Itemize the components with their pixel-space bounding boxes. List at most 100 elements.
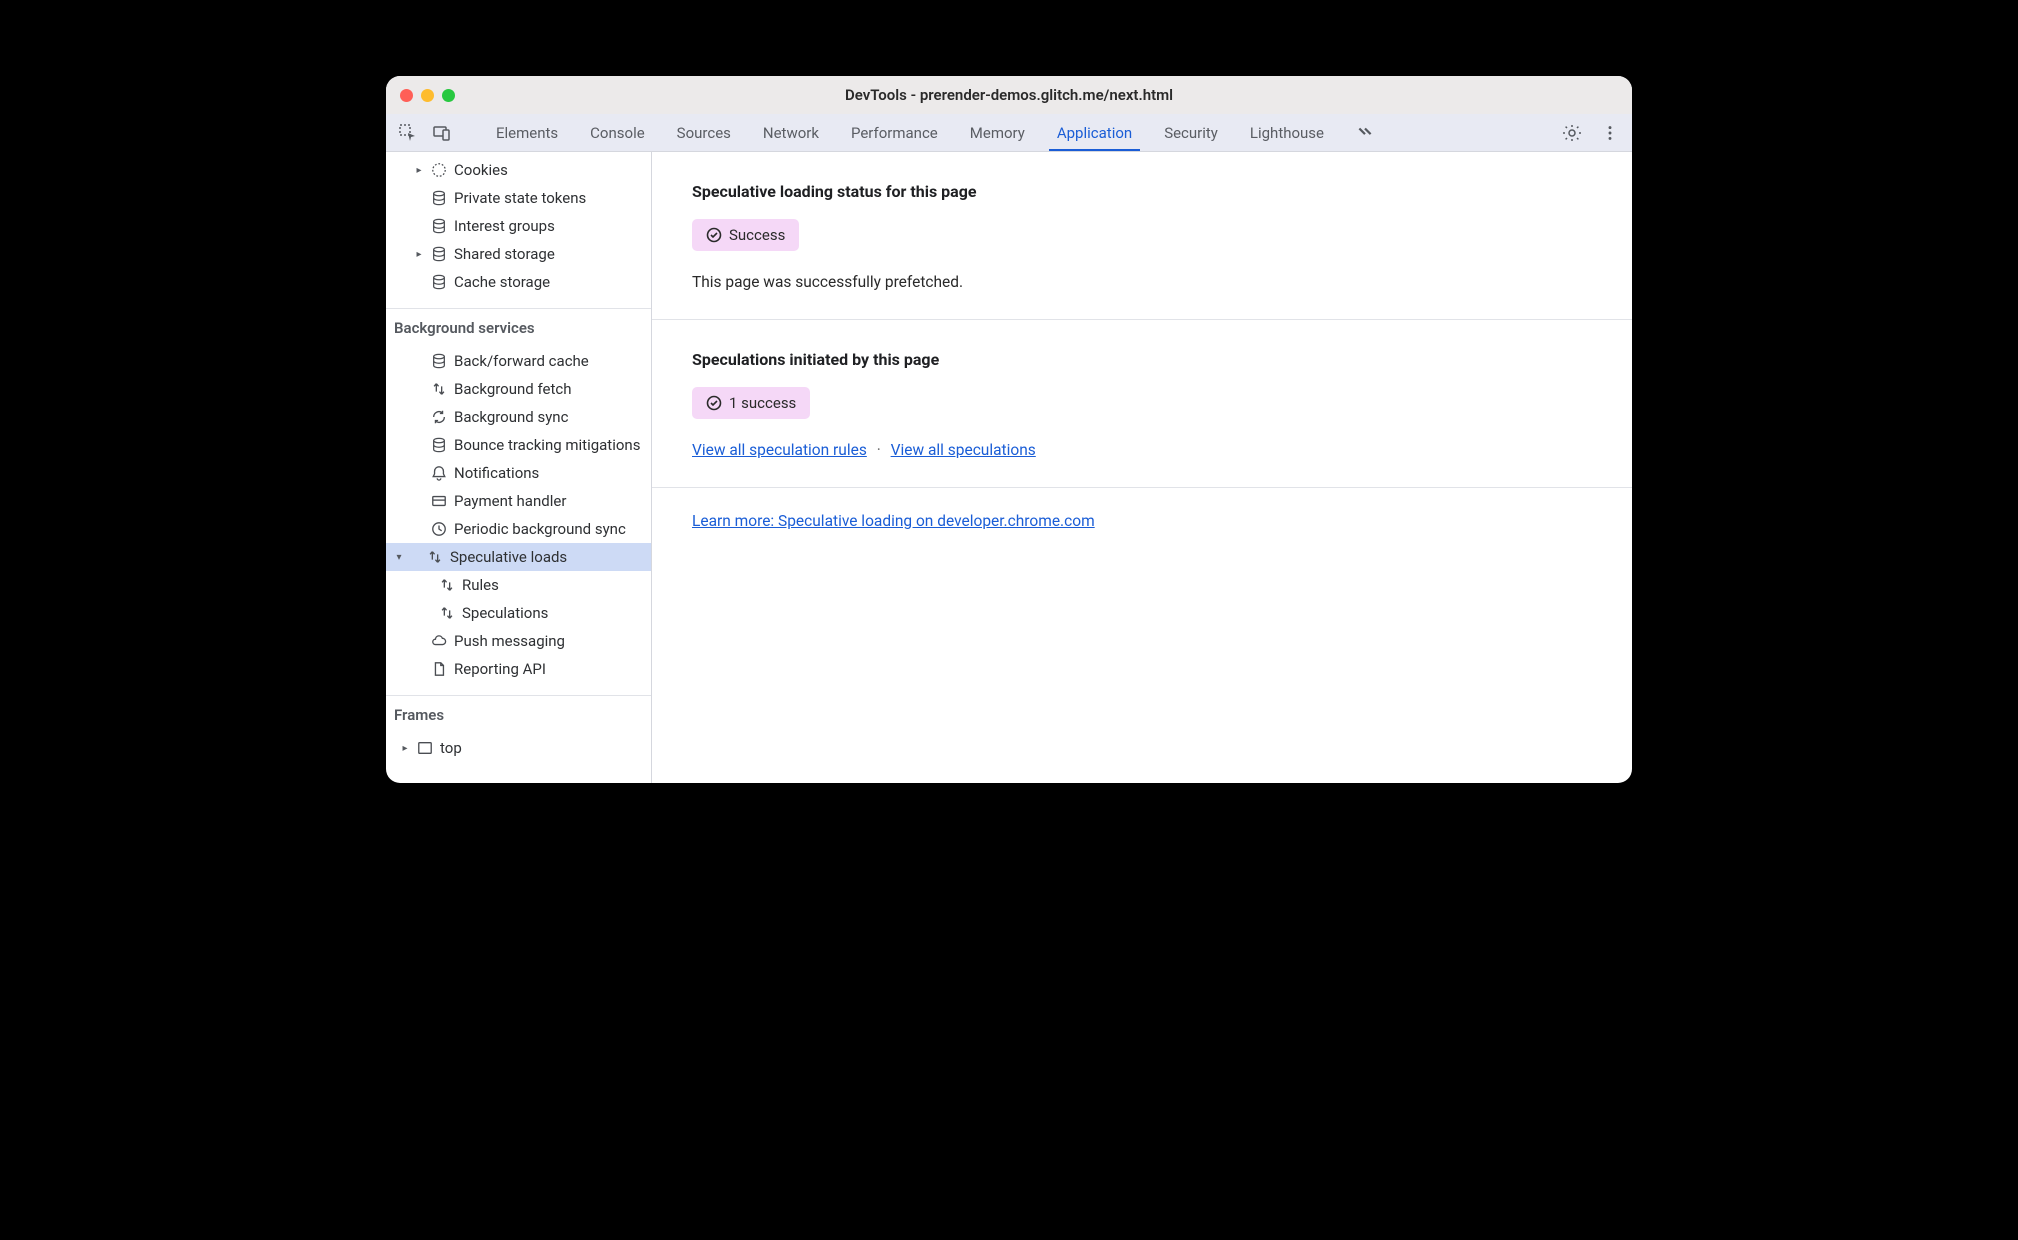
device-toolbar-icon[interactable]: [432, 123, 452, 143]
application-sidebar: ▸ Cookies Private state tokens: [386, 152, 652, 783]
transfer-icon: [438, 604, 456, 622]
sidebar-item-speculative-loads[interactable]: ▾ Speculative loads: [386, 543, 651, 571]
sidebar-item-bounce-tracking[interactable]: Bounce tracking mitigations: [386, 431, 651, 459]
sidebar-item-label: Notifications: [454, 464, 539, 482]
expand-arrow-icon: ▸: [400, 743, 410, 753]
transfer-icon: [426, 548, 444, 566]
initiated-badge: 1 success: [692, 387, 810, 419]
transfer-icon: [430, 380, 448, 398]
traffic-lights: [400, 89, 455, 102]
learn-more-section: Learn more: Speculative loading on devel…: [652, 488, 1632, 554]
tab-elements[interactable]: Elements: [480, 114, 574, 151]
tab-application[interactable]: Application: [1041, 114, 1148, 151]
tab-security[interactable]: Security: [1148, 114, 1234, 151]
tab-network[interactable]: Network: [747, 114, 835, 151]
bell-icon: [430, 464, 448, 482]
more-tabs-button[interactable]: [1340, 114, 1390, 151]
database-icon: [430, 352, 448, 370]
speculation-links: View all speculation rules · View all sp…: [692, 441, 1592, 459]
sidebar-item-label: Background fetch: [454, 380, 571, 398]
view-rules-link[interactable]: View all speculation rules: [692, 441, 867, 459]
status-badge: Success: [692, 219, 799, 251]
window-title: DevTools - prerender-demos.glitch.me/nex…: [386, 86, 1632, 104]
main-area: ▸ Cookies Private state tokens: [386, 152, 1632, 783]
database-icon: [430, 217, 448, 235]
sidebar-item-interest-groups[interactable]: Interest groups: [386, 212, 651, 240]
sidebar-item-label: Interest groups: [454, 217, 555, 235]
database-icon: [430, 245, 448, 263]
sidebar-item-label: Cookies: [454, 161, 508, 179]
inspect-element-icon[interactable]: [398, 123, 418, 143]
expand-arrow-icon: ▸: [414, 249, 424, 259]
tab-lighthouse[interactable]: Lighthouse: [1234, 114, 1340, 151]
sidebar-item-periodic-sync[interactable]: Periodic background sync: [386, 515, 651, 543]
close-window-button[interactable]: [400, 89, 413, 102]
content-panel: Speculative loading status for this page…: [652, 152, 1632, 783]
sidebar-item-notifications[interactable]: Notifications: [386, 459, 651, 487]
gear-icon[interactable]: [1562, 123, 1582, 143]
sidebar-item-label: Rules: [462, 576, 499, 594]
sidebar-item-label: Payment handler: [454, 492, 566, 510]
status-section: Speculative loading status for this page…: [652, 152, 1632, 320]
sync-icon: [430, 408, 448, 426]
frame-icon: [416, 739, 434, 757]
sidebar-item-label: Speculations: [462, 604, 548, 622]
sidebar-item-shared-storage[interactable]: ▸ Shared storage: [386, 240, 651, 268]
document-icon: [430, 660, 448, 678]
minimize-window-button[interactable]: [421, 89, 434, 102]
panel-tabs: Elements Console Sources Network Perform…: [480, 114, 1558, 151]
initiated-section: Speculations initiated by this page 1 su…: [652, 320, 1632, 488]
database-icon: [430, 436, 448, 454]
sidebar-group-frames: Frames: [386, 695, 651, 730]
tab-sources[interactable]: Sources: [661, 114, 747, 151]
collapse-arrow-icon: ▾: [394, 552, 404, 562]
sidebar-item-cookies[interactable]: ▸ Cookies: [386, 156, 651, 184]
initiated-heading: Speculations initiated by this page: [692, 350, 1592, 369]
sidebar-item-payment-handler[interactable]: Payment handler: [386, 487, 651, 515]
devtools-window: DevTools - prerender-demos.glitch.me/nex…: [386, 76, 1632, 783]
titlebar: DevTools - prerender-demos.glitch.me/nex…: [386, 76, 1632, 114]
check-circle-icon: [706, 395, 722, 411]
status-heading: Speculative loading status for this page: [692, 182, 1592, 201]
sidebar-item-label: Push messaging: [454, 632, 565, 650]
sidebar-item-background-fetch[interactable]: Background fetch: [386, 375, 651, 403]
sidebar-item-rules[interactable]: Rules: [386, 571, 651, 599]
devtools-toolbar: Elements Console Sources Network Perform…: [386, 114, 1632, 152]
cloud-icon: [430, 632, 448, 650]
database-icon: [430, 189, 448, 207]
view-speculations-link[interactable]: View all speculations: [891, 441, 1036, 459]
tab-performance[interactable]: Performance: [835, 114, 954, 151]
badge-text: 1 success: [729, 394, 796, 412]
sidebar-item-frame-top[interactable]: ▸ top: [386, 734, 651, 762]
more-options-icon[interactable]: [1600, 123, 1620, 143]
credit-card-icon: [430, 492, 448, 510]
cookie-icon: [430, 161, 448, 179]
sidebar-item-background-sync[interactable]: Background sync: [386, 403, 651, 431]
sidebar-item-label: Private state tokens: [454, 189, 586, 207]
status-description: This page was successfully prefetched.: [692, 273, 1592, 291]
sidebar-item-reporting-api[interactable]: Reporting API: [386, 655, 651, 683]
sidebar-item-label: Periodic background sync: [454, 520, 626, 538]
sidebar-item-speculations[interactable]: Speculations: [386, 599, 651, 627]
sidebar-item-label: top: [440, 739, 462, 757]
sidebar-item-label: Back/forward cache: [454, 352, 589, 370]
transfer-icon: [438, 576, 456, 594]
sidebar-item-label: Shared storage: [454, 245, 555, 263]
sidebar-item-label: Bounce tracking mitigations: [454, 436, 640, 454]
sidebar-item-label: Background sync: [454, 408, 568, 426]
sidebar-item-back-forward-cache[interactable]: Back/forward cache: [386, 347, 651, 375]
tab-console[interactable]: Console: [574, 114, 661, 151]
clock-icon: [430, 520, 448, 538]
maximize-window-button[interactable]: [442, 89, 455, 102]
sidebar-item-push-messaging[interactable]: Push messaging: [386, 627, 651, 655]
learn-more-link[interactable]: Learn more: Speculative loading on devel…: [692, 512, 1095, 530]
sidebar-group-background-services: Background services: [386, 308, 651, 343]
sidebar-item-private-state-tokens[interactable]: Private state tokens: [386, 184, 651, 212]
separator: ·: [877, 441, 881, 459]
sidebar-item-cache-storage[interactable]: Cache storage: [386, 268, 651, 296]
sidebar-item-label: Speculative loads: [450, 548, 567, 566]
tab-memory[interactable]: Memory: [954, 114, 1041, 151]
check-circle-icon: [706, 227, 722, 243]
sidebar-item-label: Cache storage: [454, 273, 550, 291]
sidebar-item-label: Reporting API: [454, 660, 546, 678]
